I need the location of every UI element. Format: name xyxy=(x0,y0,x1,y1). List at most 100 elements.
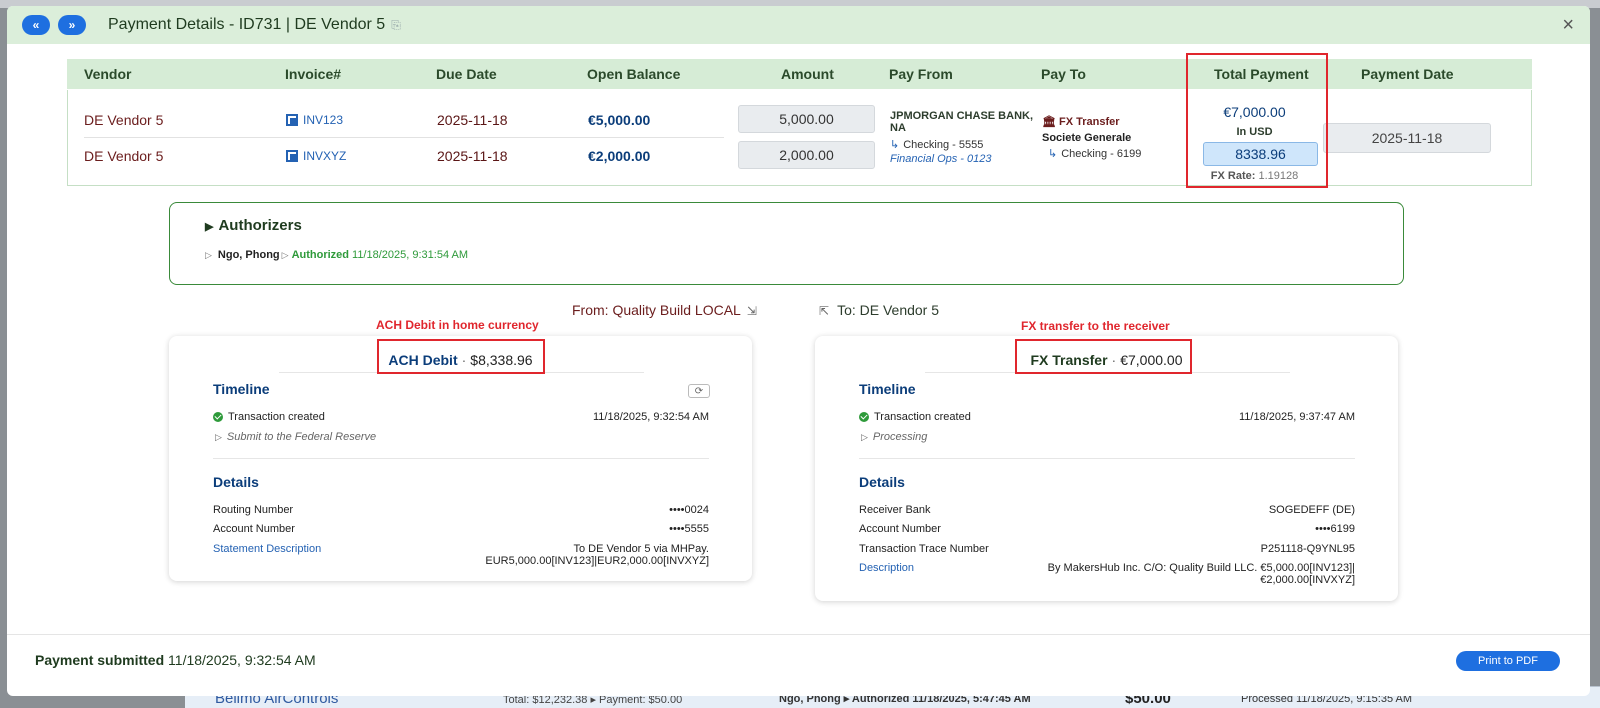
row1-invoice-label: INV123 xyxy=(303,113,344,127)
ach-statement-value-2: EUR5,000.00[INV123]|EUR2,000.00[INVXYZ] xyxy=(485,555,709,567)
next-button[interactable]: » xyxy=(58,15,86,35)
fx-next-step[interactable]: ▷ Processing xyxy=(861,431,927,443)
pay-to-account-label: Checking - 6199 xyxy=(1061,148,1142,160)
row1-amount-field[interactable]: 5,000.00 xyxy=(738,105,875,133)
from-label: From: Quality Build LOCAL ⇲ xyxy=(572,302,757,318)
row1-vendor: DE Vendor 5 xyxy=(84,112,164,128)
copy-link-icon[interactable]: ⎘ xyxy=(391,18,401,33)
pay-from-ops: Financial Ops - 0123 xyxy=(890,153,992,165)
print-to-pdf-button[interactable]: Print to PDF xyxy=(1456,651,1560,671)
footer-divider xyxy=(7,634,1590,635)
ach-next-step[interactable]: ▷ Submit to the Federal Reserve xyxy=(215,431,376,443)
footer-status-label: Payment submitted xyxy=(35,652,165,668)
row1-due-date: 2025-11-18 xyxy=(437,112,508,128)
fx-description-label: Description xyxy=(859,562,915,574)
pay-from-account: ↳ Checking - 5555 xyxy=(890,138,983,151)
divider xyxy=(213,458,709,459)
divider xyxy=(859,458,1355,459)
external-link-icon[interactable]: ⇲ xyxy=(747,304,757,318)
ach-routing-label: Routing Number xyxy=(213,504,294,516)
ach-event-label: Transaction created xyxy=(228,411,325,423)
pay-to-type-label: FX Transfer xyxy=(1059,116,1120,128)
fx-timeline-title: Timeline xyxy=(859,381,916,397)
col-amount: Amount xyxy=(781,66,834,82)
pay-from-account-label: Checking - 5555 xyxy=(903,139,984,151)
annotation-fx: FX transfer to the receiver xyxy=(1021,319,1170,333)
caret-right-outline-icon: ▷ xyxy=(861,432,868,442)
ach-details-title: Details xyxy=(213,474,259,490)
external-link-icon[interactable]: ⇱ xyxy=(819,304,829,318)
fx-transfer-card: FX Transfer · €7,000.00 Timeline Transacti… xyxy=(815,336,1398,601)
fx-event: Transaction created xyxy=(859,411,971,423)
invoice-doc-icon xyxy=(286,150,298,162)
footer-status: Payment submitted 11/18/2025, 9:32:54 AM xyxy=(35,652,316,668)
from-label-text: From: Quality Build LOCAL xyxy=(572,302,741,318)
fx-receiver-bank-value: SOGEDEFF (DE) xyxy=(1268,504,1355,516)
to-label-text: To: DE Vendor 5 xyxy=(837,302,940,318)
col-invoice: Invoice# xyxy=(285,66,342,82)
row2-invoice-link[interactable]: INVXYZ xyxy=(286,149,346,163)
authorizer-status: Authorized xyxy=(291,249,350,261)
col-vendor: Vendor xyxy=(84,66,132,82)
fx-receiver-bank-label: Receiver Bank xyxy=(859,504,931,516)
ach-next-step-label: Submit to the Federal Reserve xyxy=(226,431,377,443)
ach-timeline-title: Timeline xyxy=(213,381,270,397)
bank-icon: 🏛 xyxy=(1042,116,1056,128)
authorizers-toggle[interactable]: ▶ Authorizers xyxy=(205,217,302,234)
row2-vendor: DE Vendor 5 xyxy=(84,148,164,164)
row1-invoice-link[interactable]: INV123 xyxy=(286,113,343,127)
to-label: ⇱ To: DE Vendor 5 xyxy=(819,302,939,318)
authorizer-time: 11/18/2025, 9:31:54 AM xyxy=(352,249,469,261)
pay-to-bank: Societe Generale xyxy=(1042,132,1132,144)
modal-header: « » Payment Details - ID731 | DE Vendor … xyxy=(7,6,1590,44)
refresh-icon[interactable]: ⟳ xyxy=(688,384,710,398)
col-payment-date: Payment Date xyxy=(1361,66,1454,82)
fx-account-label: Account Number xyxy=(859,523,941,535)
ach-header-highlight xyxy=(377,339,545,374)
col-open-balance: Open Balance xyxy=(587,66,681,82)
fx-details-title: Details xyxy=(859,474,905,490)
ach-routing-value: ••••0024 xyxy=(669,504,709,516)
col-pay-to: Pay To xyxy=(1041,66,1086,82)
ach-account-label: Account Number xyxy=(213,523,295,535)
annotation-ach: ACH Debit in home currency xyxy=(376,318,539,332)
row2-open-balance: €2,000.00 xyxy=(588,148,651,164)
caret-right-outline-icon: ▷ xyxy=(205,250,212,260)
ach-event: Transaction created xyxy=(213,411,325,423)
payment-details-modal: « » Payment Details - ID731 | DE Vendor … xyxy=(7,6,1590,696)
row1-open-balance: €5,000.00 xyxy=(588,112,651,128)
fx-trace-label: Transaction Trace Number xyxy=(859,543,989,555)
fx-next-step-label: Processing xyxy=(872,431,928,443)
authorizer-row[interactable]: ▷ Ngo, Phong ▷ Authorized 11/18/2025, 9:31:5… xyxy=(205,249,468,261)
row2-amount-field[interactable]: 2,000.00 xyxy=(738,141,875,169)
footer-status-time: 11/18/2025, 9:32:54 AM xyxy=(168,652,316,668)
caret-right-outline-icon: ▷ xyxy=(281,250,289,260)
fx-description-value: By MakersHub Inc. C/O: Quality Build LLC… xyxy=(1047,562,1355,574)
ach-statement-value: To DE Vendor 5 via MHPay. xyxy=(573,543,709,555)
fx-event-time: 11/18/2025, 9:37:47 AM xyxy=(1239,411,1355,423)
pay-from-bank: JPMORGAN CHASE BANK, NA xyxy=(890,110,1034,134)
ach-statement-label: Statement Description xyxy=(213,543,322,555)
invoice-doc-icon xyxy=(286,114,298,126)
fx-header-highlight xyxy=(1015,339,1192,374)
caret-right-icon: ▶ xyxy=(205,221,214,233)
payment-date-field[interactable]: 2025-11-18 xyxy=(1323,123,1491,153)
return-arrow-icon: ↳ xyxy=(1048,148,1058,160)
ach-account-value: ••••5555 xyxy=(669,523,709,535)
check-circle-icon xyxy=(213,412,223,422)
prev-button[interactable]: « xyxy=(22,15,50,35)
check-circle-icon xyxy=(859,412,869,422)
row2-due-date: 2025-11-18 xyxy=(437,148,508,164)
return-arrow-icon: ↳ xyxy=(890,139,900,151)
col-pay-from: Pay From xyxy=(889,66,953,82)
row-divider xyxy=(84,137,724,138)
col-due-date: Due Date xyxy=(436,66,497,82)
ach-event-time: 11/18/2025, 9:32:54 AM xyxy=(593,411,709,423)
pay-to-type: 🏛 FX Transfer xyxy=(1042,115,1120,128)
modal-title: Payment Details - ID731 | DE Vendor 5 xyxy=(108,16,386,33)
total-payment-highlight xyxy=(1186,53,1328,188)
close-button[interactable]: × xyxy=(1562,14,1574,37)
fx-description-value-2: €2,000.00[INVXYZ] xyxy=(1260,574,1355,586)
row2-invoice-label: INVXYZ xyxy=(303,149,347,163)
authorizers-panel: ▶ Authorizers ▷ Ngo, Phong ▷ Authorized 11/18… xyxy=(169,202,1404,285)
